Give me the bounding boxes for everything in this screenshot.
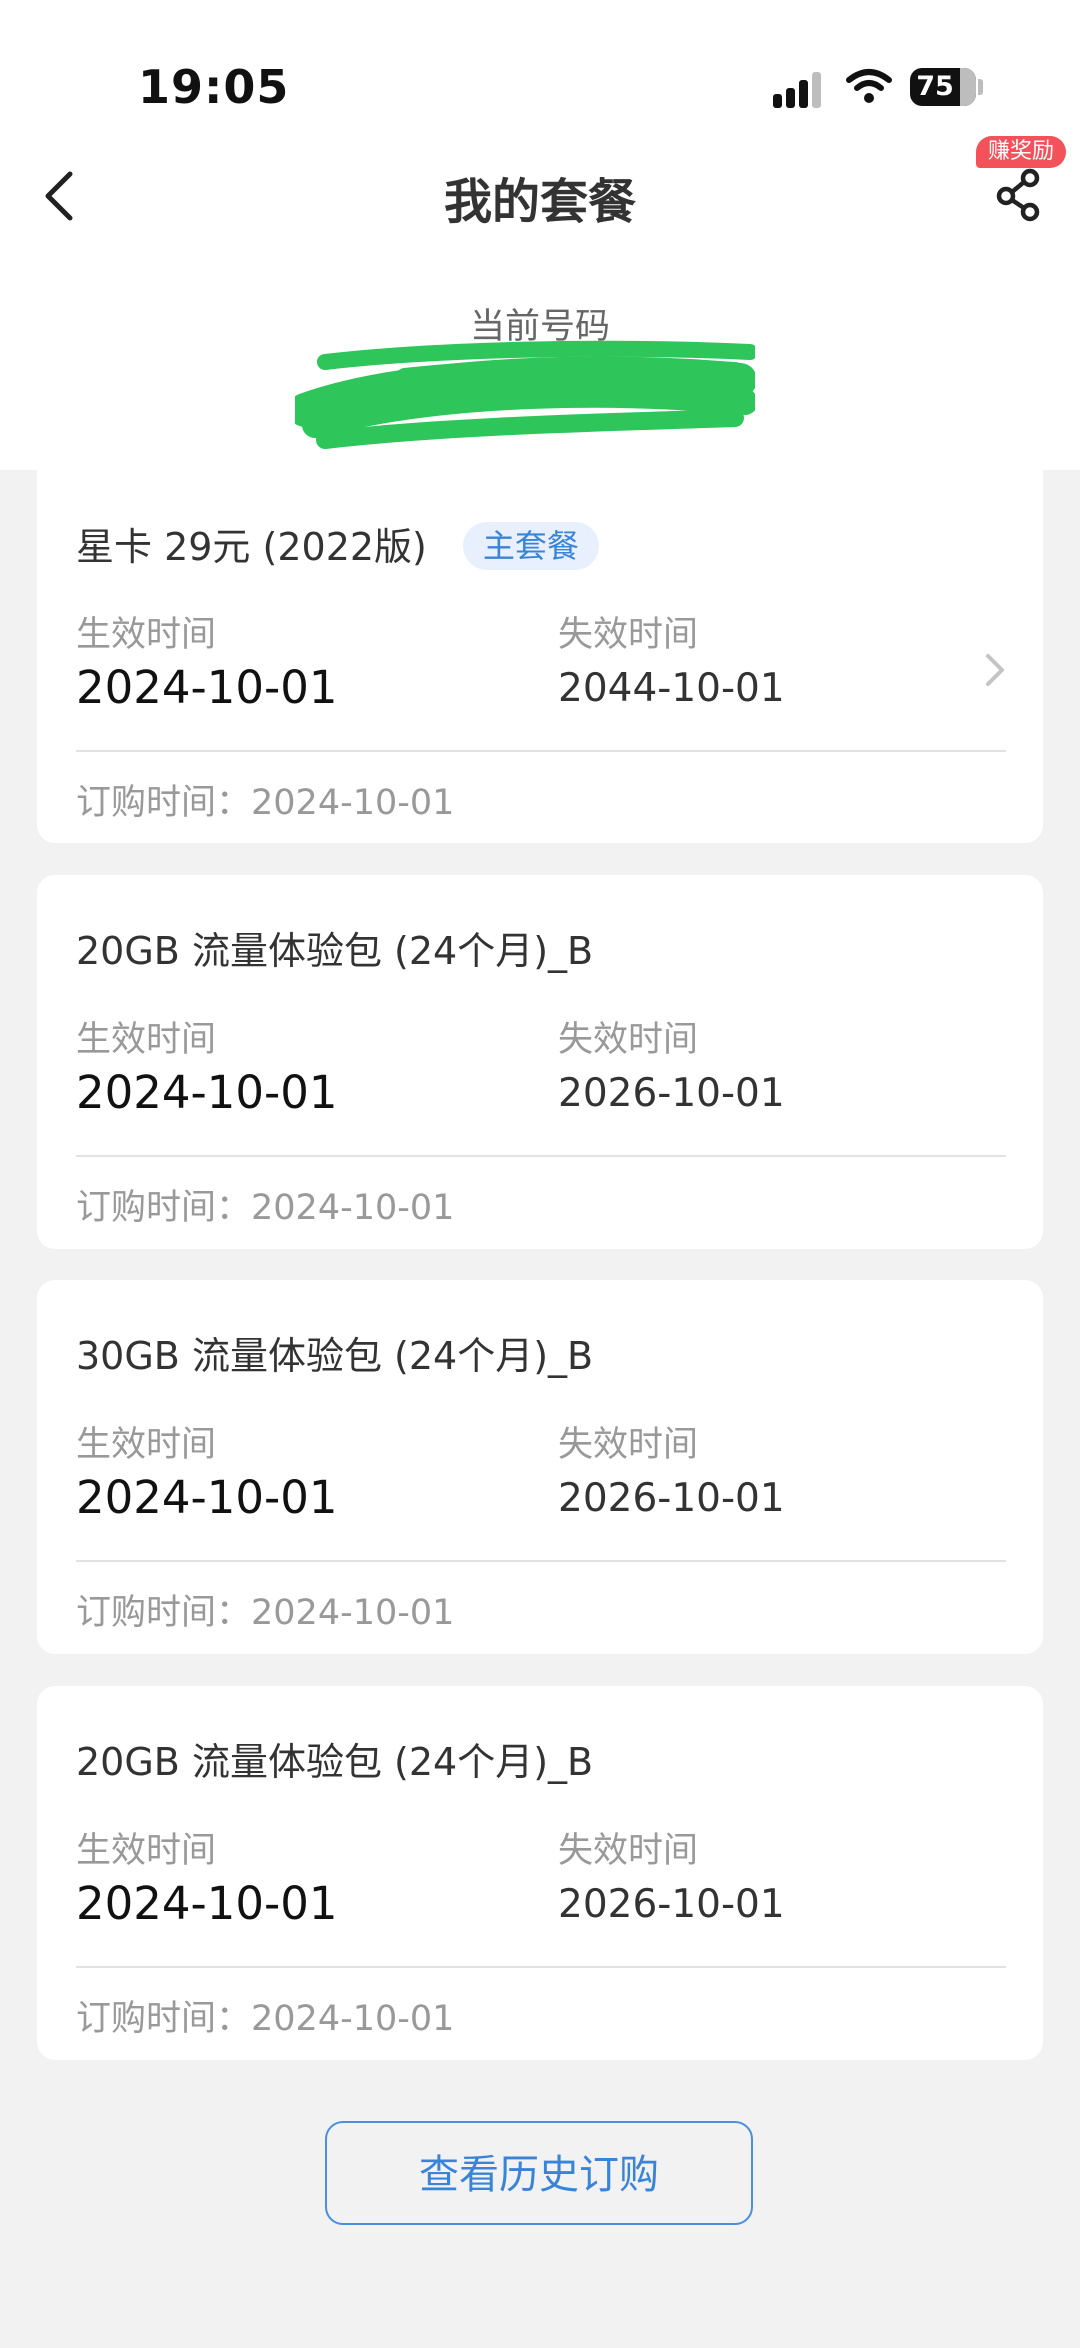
wifi-icon [846, 69, 892, 103]
package-name: 20GB 流量体验包 (24个月)_B [76, 929, 594, 973]
end-time-label: 失效时间 [558, 1425, 699, 1465]
battery-icon: 75 [910, 68, 976, 106]
end-time-label: 失效时间 [558, 1020, 699, 1060]
order-date: 2024-10-01 [251, 1593, 455, 1633]
start-date: 2024-10-01 [76, 1066, 338, 1119]
view-order-history-button[interactable]: 查看历史订购 [325, 2121, 753, 2225]
end-time-label: 失效时间 [558, 1831, 699, 1871]
divider [76, 750, 1006, 752]
order-date: 2024-10-01 [251, 783, 455, 823]
order-time: 订购时间：2024-10-01 [76, 1990, 454, 2041]
order-time: 订购时间：2024-10-01 [76, 774, 454, 825]
package-card[interactable]: 20GB 流量体验包 (24个月)_B 生效时间 失效时间 2024-10-01… [37, 875, 1043, 1249]
page-title: 我的套餐 [443, 174, 636, 230]
start-time-label: 生效时间 [76, 615, 217, 655]
package-name: 30GB 流量体验包 (24个月)_B [76, 1334, 594, 1378]
order-date: 2024-10-01 [251, 1188, 455, 1228]
package-card[interactable]: 20GB 流量体验包 (24个月)_B 生效时间 失效时间 2024-10-01… [37, 1686, 1043, 2060]
main-plan-badge: 主套餐 [462, 521, 599, 570]
end-time-label: 失效时间 [558, 615, 699, 655]
package-card[interactable]: 星卡 29元 (2022版) 主套餐 生效时间 失效时间 2024-10-01 2… [37, 470, 1043, 843]
start-date: 2024-10-01 [76, 1471, 338, 1524]
status-time: 19:05 [138, 60, 290, 114]
battery-level: 75 [916, 71, 954, 102]
order-time-label: 订购时间： [76, 1593, 252, 1633]
end-date: 2026-10-01 [558, 1882, 785, 1927]
end-date: 2026-10-01 [558, 1071, 785, 1116]
order-time-label: 订购时间： [76, 1999, 252, 2039]
order-date: 2024-10-01 [251, 1999, 455, 2039]
order-time-label: 订购时间： [76, 783, 252, 823]
package-name-row: 星卡 29元 (2022版) 主套餐 [76, 516, 599, 574]
chevron-right-icon[interactable] [983, 650, 1007, 690]
battery-tip [978, 79, 983, 95]
divider [76, 1560, 1006, 1562]
share-icon[interactable] [994, 168, 1044, 222]
package-name: 星卡 29元 (2022版) [76, 525, 427, 569]
start-date: 2024-10-01 [76, 1877, 338, 1930]
divider [76, 1966, 1006, 1968]
cellular-signal-icon [773, 70, 825, 108]
redaction-scribble [295, 340, 755, 449]
package-card[interactable]: 30GB 流量体验包 (24个月)_B 生效时间 失效时间 2024-10-01… [37, 1280, 1043, 1654]
start-time-label: 生效时间 [76, 1425, 217, 1465]
start-time-label: 生效时间 [76, 1831, 217, 1871]
start-date: 2024-10-01 [76, 661, 338, 714]
order-time: 订购时间：2024-10-01 [76, 1179, 454, 1230]
order-time-label: 订购时间： [76, 1188, 252, 1228]
reward-badge[interactable]: 赚奖励 [976, 136, 1066, 168]
package-name: 20GB 流量体验包 (24个月)_B [76, 1740, 594, 1784]
end-date: 2026-10-01 [558, 1476, 785, 1521]
end-date: 2044-10-01 [558, 666, 785, 711]
start-time-label: 生效时间 [76, 1020, 217, 1060]
divider [76, 1155, 1006, 1157]
order-time: 订购时间：2024-10-01 [76, 1584, 454, 1635]
